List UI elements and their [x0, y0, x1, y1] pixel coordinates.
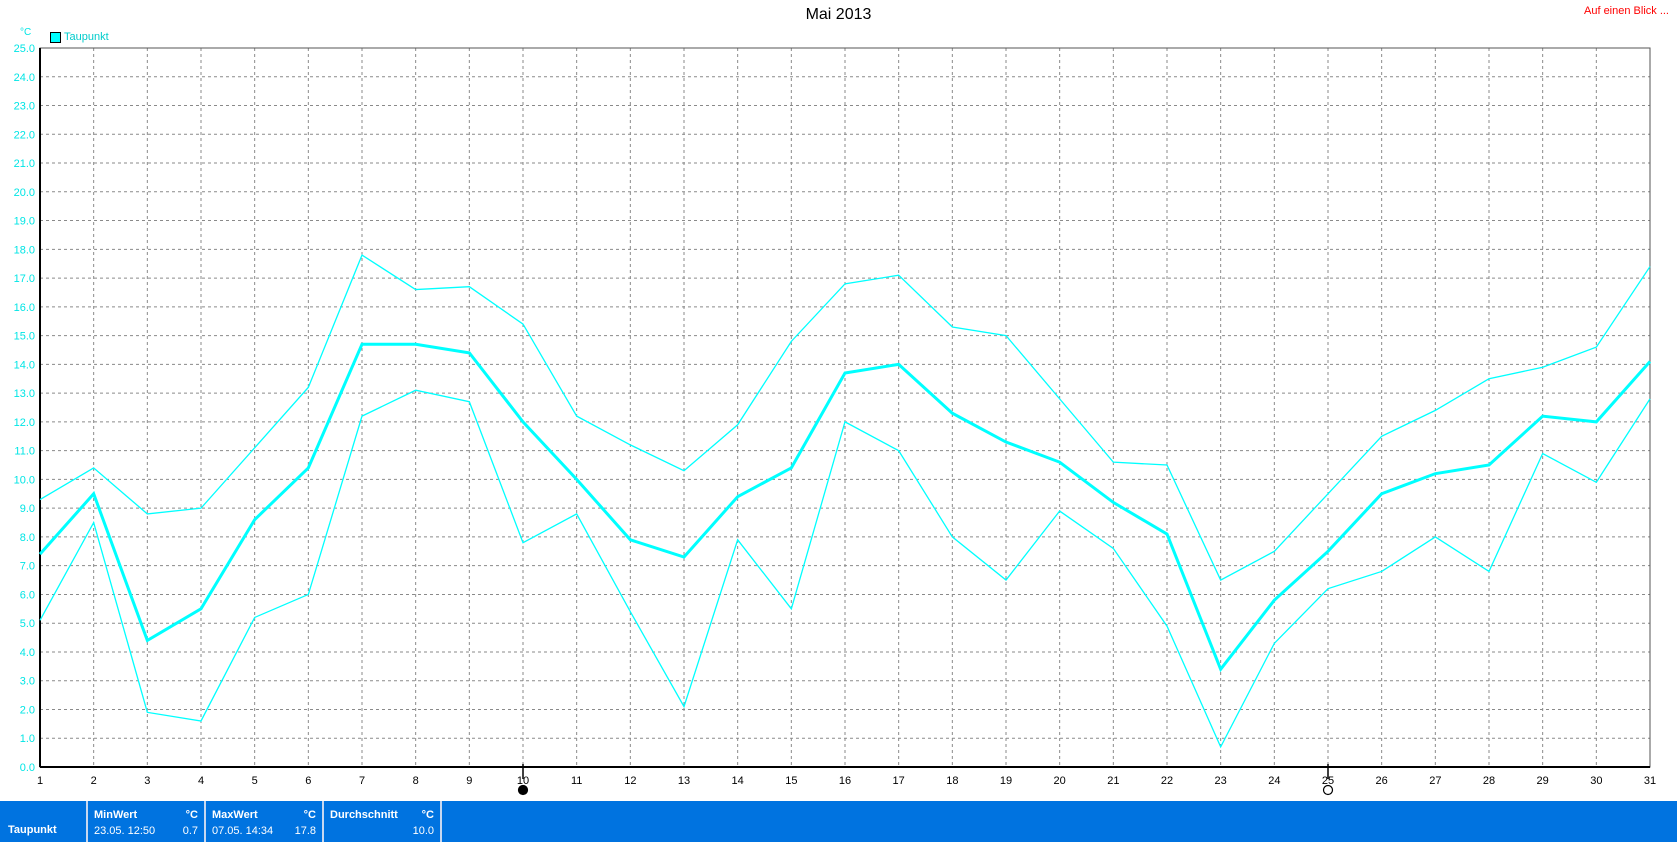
y-tick-label: 8.0 [20, 532, 35, 544]
x-tick-label: 8 [413, 775, 419, 787]
y-tick-label: 16.0 [14, 302, 35, 314]
y-tick-label: 12.0 [14, 417, 35, 429]
min-value: 0.7 [182, 825, 198, 837]
stats-avg-cell: Durchschnitt °C 10.0 [324, 801, 440, 842]
y-tick-label: 22.0 [14, 129, 35, 141]
x-tick-label: 28 [1483, 775, 1495, 787]
y-unit-label: °C [20, 27, 32, 38]
avg-value: 10.0 [412, 825, 434, 837]
y-tick-label: 7.0 [20, 561, 35, 573]
y-tick-label: 23.0 [14, 101, 35, 113]
y-tick-label: 1.0 [20, 733, 35, 745]
max-unit: °C [303, 809, 316, 821]
x-tick-label: 18 [946, 775, 958, 787]
overview-link[interactable]: Auf einen Blick ... [1584, 5, 1669, 17]
y-tick-label: 4.0 [20, 647, 35, 659]
y-tick-label: 15.0 [14, 331, 35, 343]
x-tick-label: 1 [37, 775, 43, 787]
y-tick-label: 5.0 [20, 618, 35, 630]
x-tick-label: 16 [839, 775, 851, 787]
stats-max-cell: MaxWert °C 07.05. 14:34 17.8 [206, 801, 322, 842]
legend-swatch [50, 31, 61, 43]
axes [39, 47, 1651, 768]
x-tick-label: 6 [305, 775, 311, 787]
x-tick-label: 23 [1215, 775, 1227, 787]
stats-bar: Taupunkt MinWert °C 23.05. 12:50 0.7 Max… [0, 801, 1677, 842]
x-tick-label: 7 [359, 775, 365, 787]
x-tick-label: 15 [785, 775, 797, 787]
stats-row-label: Taupunkt [8, 824, 57, 836]
tick-labels: 0.01.02.03.04.05.06.07.08.09.010.011.012… [14, 43, 1657, 787]
y-tick-label: 11.0 [14, 446, 35, 458]
x-tick-label: 11 [571, 775, 582, 787]
plot-frame [39, 47, 1651, 768]
series-line-min [39, 389, 1651, 749]
x-tick-label: 22 [1161, 775, 1173, 787]
y-tick-label: 20.0 [14, 187, 35, 199]
y-tick-label: 24.0 [14, 72, 35, 84]
x-tick-label: 4 [198, 775, 204, 787]
legend: Taupunkt [50, 31, 109, 43]
x-tick-label: 2 [91, 775, 97, 787]
y-tick-label: 2.0 [20, 704, 35, 716]
x-tick-label: 21 [1107, 775, 1119, 787]
y-tick-label: 17.0 [14, 273, 35, 285]
chart-title: Mai 2013 [805, 6, 872, 23]
y-tick-label: 18.0 [14, 244, 35, 256]
x-tick-label: 12 [624, 775, 636, 787]
x-tick-label: 13 [678, 775, 690, 787]
y-tick-label: 14.0 [14, 359, 35, 371]
x-tick-label: 29 [1537, 775, 1549, 787]
stats-separator [440, 801, 442, 842]
min-unit: °C [185, 809, 198, 821]
full-moon-icon [1322, 784, 1334, 796]
max-value: 17.8 [294, 825, 316, 837]
x-tick-label: 20 [1054, 775, 1066, 787]
y-tick-label: 25.0 [14, 43, 35, 55]
series-line-max [39, 254, 1651, 581]
x-tick-label: 24 [1268, 775, 1280, 787]
x-tick-label: 5 [252, 775, 258, 787]
y-tick-label: 21.0 [14, 158, 35, 170]
chart: 0.01.02.03.04.05.06.07.08.09.010.011.012… [14, 43, 1657, 796]
legend-label: Taupunkt [64, 31, 109, 43]
min-header: MinWert [94, 809, 138, 821]
x-tick-label: 27 [1429, 775, 1441, 787]
x-tick-label: 31 [1644, 775, 1656, 787]
y-tick-label: 9.0 [20, 503, 35, 515]
y-tick-label: 13.0 [14, 388, 35, 400]
x-tick-label: 19 [1000, 775, 1012, 787]
x-tick-label: 3 [144, 775, 150, 787]
x-tick-label: 9 [466, 775, 472, 787]
x-tick-label: 26 [1376, 775, 1388, 787]
y-tick-label: 3.0 [20, 676, 35, 688]
max-header: MaxWert [212, 809, 258, 821]
y-tick-label: 10.0 [14, 474, 35, 486]
x-tick-label: 14 [732, 775, 744, 787]
x-tick-label: 30 [1590, 775, 1602, 787]
y-tick-label: 6.0 [20, 589, 35, 601]
grid [40, 48, 1650, 767]
avg-header: Durchschnitt [330, 809, 398, 821]
x-tick-label: 17 [893, 775, 905, 787]
max-time: 07.05. 14:34 [212, 825, 274, 837]
moon-phases [517, 764, 1334, 796]
stats-min-cell: MinWert °C 23.05. 12:50 0.7 [88, 801, 204, 842]
y-tick-label: 19.0 [14, 216, 35, 228]
min-time: 23.05. 12:50 [94, 825, 156, 837]
new-moon-icon [517, 784, 529, 796]
y-tick-label: 0.0 [20, 762, 35, 774]
avg-unit: °C [421, 809, 434, 821]
